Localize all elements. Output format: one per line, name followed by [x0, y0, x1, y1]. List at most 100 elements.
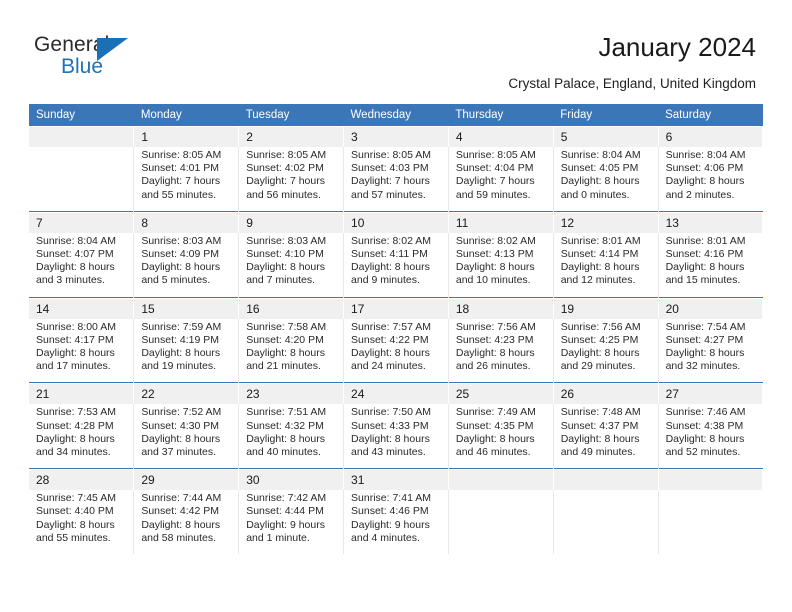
- brand-logo[interactable]: General Blue: [34, 33, 174, 85]
- day-number[interactable]: 6: [657, 127, 764, 147]
- day-number[interactable]: 10: [343, 212, 449, 233]
- day-detail-line: Daylight: 9 hours: [351, 518, 430, 531]
- day-detail-line: Sunrise: 7:49 AM: [455, 406, 536, 419]
- day-detail-line: Sunrise: 7:42 AM: [246, 492, 327, 505]
- day-detail[interactable]: Sunrise: 7:45 AM Sunset: 4:40 PM Daylight:…: [29, 490, 134, 555]
- day-detail[interactable]: Sunrise: 8:02 AM Sunset: 4:13 PM Daylight:…: [447, 232, 554, 298]
- day-detail-line: Daylight: 8 hours: [141, 518, 221, 531]
- day-detail-line: Sunset: 4:22 PM: [351, 333, 429, 346]
- day-number[interactable]: 31: [343, 470, 449, 491]
- day-number[interactable]: 16: [238, 298, 345, 319]
- day-detail-line: Daylight: 7 hours: [351, 175, 430, 188]
- day-detail-line: Sunset: 4:01 PM: [141, 162, 219, 175]
- day-detail-line: Sunset: 4:38 PM: [665, 419, 744, 432]
- day-detail-empty: [552, 490, 659, 555]
- day-detail[interactable]: Sunrise: 7:56 AM Sunset: 4:23 PM Daylight:…: [447, 318, 554, 383]
- day-number[interactable]: 1: [133, 127, 240, 147]
- day-detail[interactable]: Sunrise: 7:49 AM Sunset: 4:35 PM Daylight:…: [447, 404, 554, 469]
- day-detail[interactable]: Sunrise: 7:50 AM Sunset: 4:33 PM Daylight:…: [343, 404, 449, 469]
- day-detail-line: Sunrise: 7:45 AM: [36, 492, 116, 505]
- day-detail-line: and 32 minutes.: [665, 360, 741, 373]
- day-number[interactable]: 25: [447, 384, 554, 405]
- day-detail[interactable]: Sunrise: 7:46 AM Sunset: 4:38 PM Daylight:…: [657, 404, 763, 469]
- day-detail-line: Daylight: 8 hours: [665, 175, 745, 188]
- day-detail[interactable]: Sunrise: 7:44 AM Sunset: 4:42 PM Daylight:…: [133, 490, 239, 555]
- day-detail[interactable]: Sunrise: 8:05 AM Sunset: 4:02 PM Daylight:…: [238, 147, 344, 212]
- day-detail-line: Sunrise: 7:58 AM: [246, 320, 327, 333]
- day-detail[interactable]: Sunrise: 8:01 AM Sunset: 4:14 PM Daylight:…: [552, 232, 659, 298]
- day-number[interactable]: 23: [238, 384, 345, 405]
- day-number[interactable]: 27: [657, 384, 764, 405]
- day-detail[interactable]: Sunrise: 7:58 AM Sunset: 4:20 PM Daylight:…: [238, 318, 344, 383]
- day-detail-line: and 55 minutes.: [141, 188, 217, 201]
- day-detail[interactable]: Sunrise: 8:03 AM Sunset: 4:10 PM Daylight:…: [238, 232, 344, 298]
- day-detail[interactable]: Sunrise: 7:59 AM Sunset: 4:19 PM Daylight:…: [133, 318, 239, 383]
- day-number[interactable]: 2: [238, 127, 345, 147]
- day-number-row: 14 15 16 17 18 19 20: [29, 298, 764, 319]
- day-number[interactable]: 24: [343, 384, 449, 405]
- day-detail[interactable]: Sunrise: 8:05 AM Sunset: 4:03 PM Daylight:…: [343, 147, 449, 212]
- day-detail[interactable]: Sunrise: 8:02 AM Sunset: 4:11 PM Daylight:…: [343, 232, 449, 298]
- day-detail-line: Daylight: 8 hours: [246, 347, 325, 360]
- day-number[interactable]: 12: [552, 212, 659, 233]
- day-detail-line: Sunset: 4:42 PM: [141, 505, 219, 518]
- day-number[interactable]: 11: [447, 212, 554, 233]
- day-detail-line: Sunset: 4:20 PM: [246, 333, 324, 346]
- day-detail[interactable]: Sunrise: 7:42 AM Sunset: 4:44 PM Daylight:…: [238, 490, 344, 555]
- day-number-empty: [447, 470, 554, 491]
- day-detail[interactable]: Sunrise: 8:04 AM Sunset: 4:05 PM Daylight:…: [552, 147, 659, 212]
- day-detail[interactable]: Sunrise: 7:51 AM Sunset: 4:32 PM Daylight:…: [238, 404, 344, 469]
- day-number[interactable]: 26: [552, 384, 659, 405]
- day-number[interactable]: 3: [343, 127, 449, 147]
- day-number[interactable]: 21: [29, 384, 135, 405]
- day-detail-line: Sunrise: 8:04 AM: [665, 149, 746, 161]
- day-number[interactable]: 28: [29, 470, 135, 491]
- day-detail[interactable]: Sunrise: 7:54 AM Sunset: 4:27 PM Daylight:…: [657, 318, 763, 383]
- day-number[interactable]: 5: [552, 127, 659, 147]
- day-number[interactable]: 20: [657, 298, 764, 319]
- day-detail-line: Sunset: 4:17 PM: [36, 333, 114, 346]
- day-detail-line: Sunrise: 7:54 AM: [665, 320, 746, 333]
- day-detail-line: and 59 minutes.: [455, 188, 531, 201]
- day-detail[interactable]: Sunrise: 8:03 AM Sunset: 4:09 PM Daylight:…: [133, 232, 239, 298]
- day-detail-line: Daylight: 8 hours: [560, 432, 640, 445]
- day-detail[interactable]: Sunrise: 7:53 AM Sunset: 4:28 PM Daylight:…: [29, 404, 134, 469]
- day-detail[interactable]: Sunrise: 8:04 AM Sunset: 4:06 PM Daylight:…: [657, 147, 763, 212]
- day-number[interactable]: 17: [343, 298, 449, 319]
- day-detail-line: and 52 minutes.: [665, 446, 741, 459]
- day-number[interactable]: 18: [447, 298, 554, 319]
- day-number[interactable]: 9: [238, 212, 345, 233]
- day-number[interactable]: 13: [657, 212, 764, 233]
- day-detail-line: Sunset: 4:25 PM: [560, 333, 639, 346]
- weekday-header-row: Sunday Monday Tuesday Wednesday Thursday Frid…: [29, 104, 763, 126]
- day-detail-line: Daylight: 7 hours: [246, 175, 325, 188]
- day-detail-line: and 40 minutes.: [246, 446, 321, 459]
- weekday-header-tuesday: Tuesday: [238, 104, 344, 126]
- day-detail[interactable]: Sunrise: 7:52 AM Sunset: 4:30 PM Daylight:…: [133, 404, 239, 469]
- day-detail-line: Daylight: 8 hours: [351, 432, 430, 445]
- day-detail-line: Sunset: 4:14 PM: [560, 248, 639, 261]
- day-number[interactable]: 7: [29, 212, 135, 233]
- day-detail[interactable]: Sunrise: 7:48 AM Sunset: 4:37 PM Daylight:…: [552, 404, 659, 469]
- day-detail[interactable]: Sunrise: 8:04 AM Sunset: 4:07 PM Daylight:…: [29, 232, 134, 298]
- day-number[interactable]: 8: [133, 212, 240, 233]
- day-number[interactable]: 29: [133, 470, 240, 491]
- day-number[interactable]: 22: [133, 384, 240, 405]
- day-detail[interactable]: Sunrise: 8:00 AM Sunset: 4:17 PM Daylight:…: [29, 318, 134, 383]
- day-number[interactable]: 30: [238, 470, 345, 491]
- day-detail-line: and 1 minute.: [246, 531, 310, 544]
- day-number[interactable]: 4: [447, 127, 554, 147]
- day-number[interactable]: 19: [552, 298, 659, 319]
- day-detail[interactable]: Sunrise: 8:01 AM Sunset: 4:16 PM Daylight:…: [657, 232, 763, 298]
- day-detail-line: Sunrise: 7:50 AM: [351, 406, 431, 419]
- day-detail[interactable]: Sunrise: 8:05 AM Sunset: 4:01 PM Daylight:…: [133, 147, 239, 212]
- day-detail-line: Daylight: 8 hours: [560, 175, 640, 188]
- day-number[interactable]: 14: [29, 298, 135, 319]
- day-detail[interactable]: Sunrise: 8:05 AM Sunset: 4:04 PM Daylight:…: [447, 147, 554, 212]
- day-detail[interactable]: Sunrise: 7:56 AM Sunset: 4:25 PM Daylight:…: [552, 318, 659, 383]
- day-detail[interactable]: Sunrise: 7:57 AM Sunset: 4:22 PM Daylight:…: [343, 318, 449, 383]
- day-number[interactable]: 15: [133, 298, 240, 319]
- day-detail-line: Sunset: 4:05 PM: [560, 162, 639, 175]
- day-detail-line: Sunset: 4:28 PM: [36, 419, 114, 432]
- day-detail[interactable]: Sunrise: 7:41 AM Sunset: 4:46 PM Daylight:…: [343, 490, 449, 555]
